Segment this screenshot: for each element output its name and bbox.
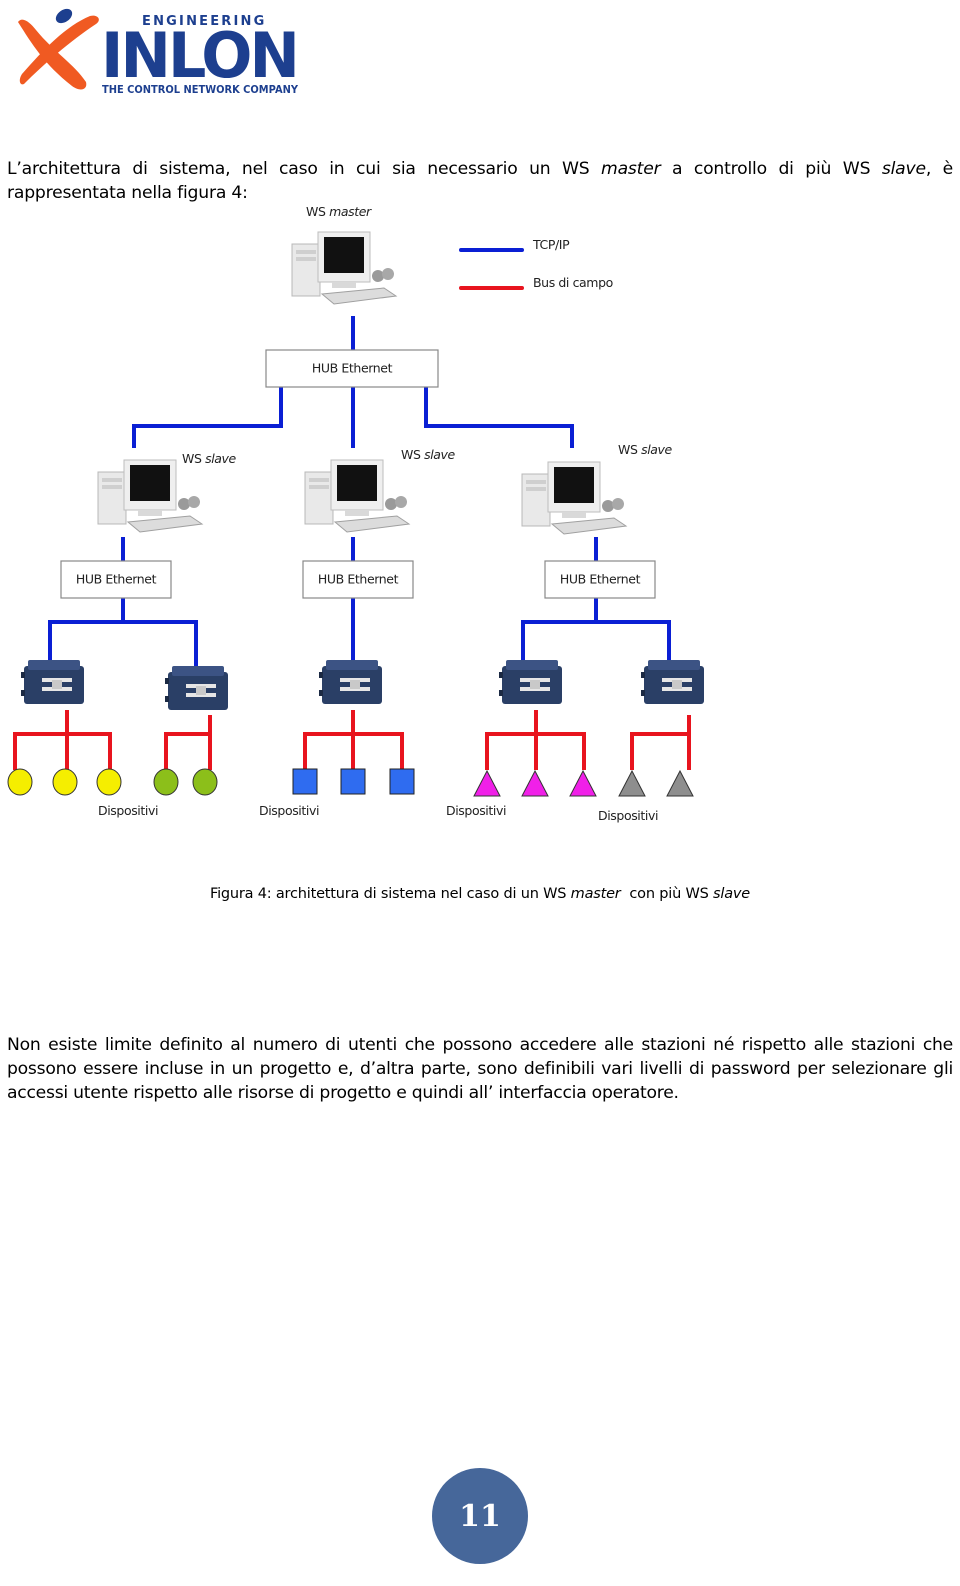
devices-label: Dispositivi: [259, 803, 319, 818]
device-group: [292, 768, 415, 795]
device-triangle-icon: [666, 769, 694, 797]
fieldbus-links: [13, 710, 691, 770]
devices-label: Dispositivi: [446, 803, 506, 818]
field-module-icon: [21, 660, 84, 704]
slave-hub-label: HUB Ethernet: [76, 572, 157, 587]
body-paragraph: Non esiste limite definito al numero di …: [7, 1035, 953, 1103]
intro-em-slave: slave: [881, 159, 926, 179]
field-module-icon: [319, 660, 382, 704]
slave-hub-label: HUB Ethernet: [318, 572, 399, 587]
device-circle-icon: [52, 768, 78, 796]
figure-caption: Figura 4: architettura di sistema nel ca…: [0, 886, 960, 902]
device-circle-icon: [96, 768, 122, 796]
architecture-diagram: WS master TCP/IP Bus di campo HUB Ethern…: [7, 204, 704, 823]
device-circle-icon: [153, 768, 179, 796]
intro-text: a controllo di più WS: [660, 159, 882, 179]
logo-dot-icon: [55, 8, 73, 24]
slave-label: WS slave: [182, 451, 237, 466]
field-module-icon: [641, 660, 704, 704]
device-circle-icon: [192, 768, 218, 796]
master-computer-icon: [291, 231, 397, 305]
caption-em-slave: slave: [713, 886, 751, 902]
slave-computer-icon: [304, 459, 410, 533]
device-square-icon: [340, 768, 366, 795]
device-triangle-icon: [473, 769, 501, 797]
devices-label: Dispositivi: [598, 808, 658, 823]
caption-text: Figura 4: architettura di sistema nel ca…: [209, 886, 571, 902]
slave-computer-icon: [521, 461, 627, 535]
device-square-icon: [389, 768, 415, 795]
field-module-icon: [165, 666, 228, 710]
slave-computer-icon: [97, 459, 203, 533]
caption-em-master: master: [570, 886, 621, 902]
device-square-icon: [292, 768, 318, 795]
caption-text: con più WS: [620, 886, 714, 902]
company-logo: ENGINEERING INLON THE CONTROL NETWORK CO…: [14, 4, 304, 96]
legend-tcpip-label: TCP/IP: [532, 237, 570, 252]
intro-text: L’architettura di sistema, nel caso in c…: [7, 159, 602, 179]
device-group: [7, 768, 218, 796]
device-triangle-icon: [618, 769, 646, 797]
inlon-logo-mark: ENGINEERING INLON THE CONTROL NETWORK CO…: [18, 8, 300, 96]
slave-hub-label: HUB Ethernet: [560, 572, 641, 587]
logo-tagline-bottom: THE CONTROL NETWORK COMPANY: [102, 83, 299, 96]
main-hub-label: HUB Ethernet: [312, 361, 393, 376]
logo-name: INLON: [101, 19, 297, 92]
slave-label: WS slave: [618, 442, 673, 457]
slave-label: WS slave: [401, 447, 456, 462]
device-triangle-icon: [569, 769, 597, 797]
page-number-badge: 11: [432, 1468, 528, 1564]
master-label: WS master: [306, 204, 372, 219]
device-triangle-icon: [521, 769, 549, 797]
device-circle-icon: [7, 768, 33, 796]
devices-label: Dispositivi: [98, 803, 158, 818]
device-group: [473, 769, 694, 797]
intro-em-master: master: [601, 159, 661, 179]
page-number: 11: [459, 1498, 501, 1534]
legend-fieldbus-label: Bus di campo: [533, 275, 613, 290]
field-module-icon: [499, 660, 562, 704]
